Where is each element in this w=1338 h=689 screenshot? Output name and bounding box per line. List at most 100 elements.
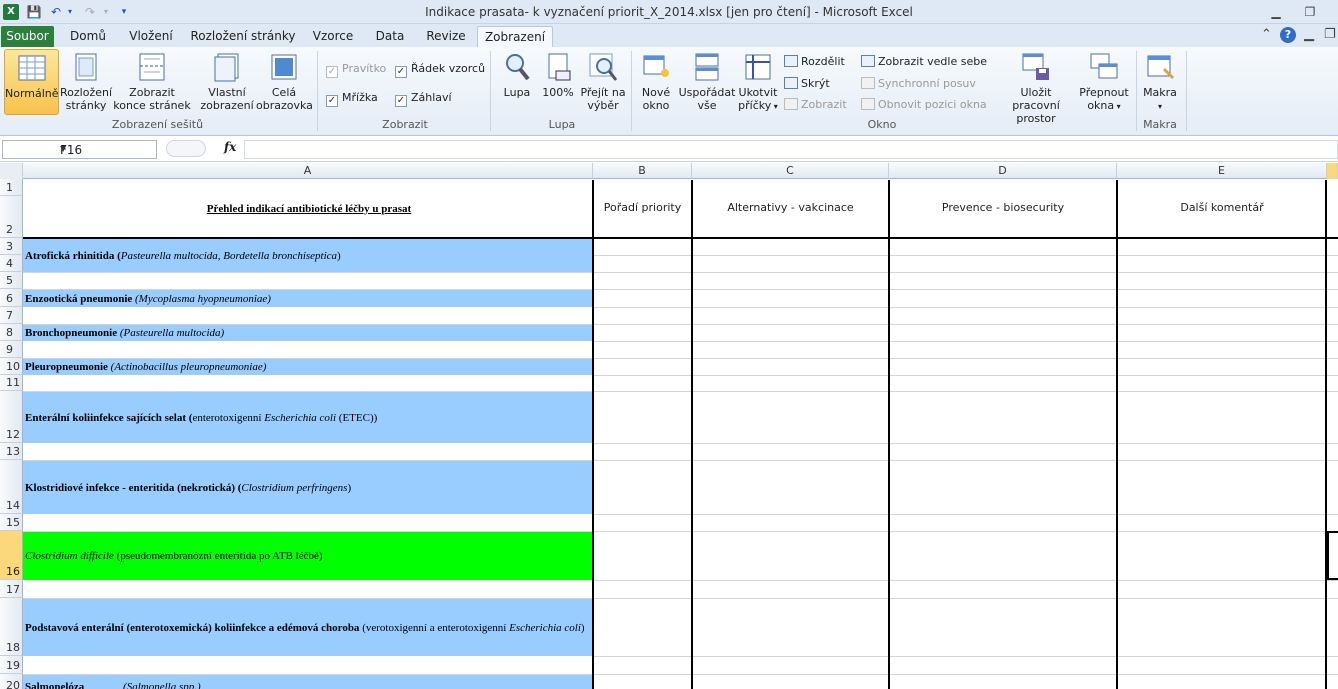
hide-button[interactable]: Skrýt <box>784 77 830 91</box>
tab-file[interactable]: Soubor <box>1 26 54 47</box>
row-header[interactable]: 6 <box>0 289 23 307</box>
column-header-a[interactable]: A <box>23 163 593 179</box>
tab-review[interactable]: Revize <box>420 26 472 47</box>
minimize-workbook-icon[interactable]: ▁ <box>1304 27 1314 42</box>
row-header-active[interactable]: 16 <box>0 531 23 580</box>
cell-a6[interactable]: Enzootická pneumonie (Mycoplasma hyopneu… <box>23 290 593 307</box>
page-layout-button[interactable]: Rozložení stránky <box>60 51 112 112</box>
page-break-preview-button[interactable]: Zobrazit konce stránek <box>113 51 191 112</box>
chevron-down-icon[interactable]: ▼ <box>60 144 153 153</box>
row-header[interactable]: 7 <box>0 307 23 324</box>
save-workspace-button[interactable]: Uložit pracovní prostor <box>995 51 1077 125</box>
custom-views-button[interactable]: Vlastní zobrazení <box>198 51 256 112</box>
pathogen-name: Escherichia coli <box>264 411 337 424</box>
header-cell-e[interactable]: Další komentář <box>1117 201 1327 214</box>
synchronous-scrolling-button[interactable]: Synchronní posuv <box>861 77 976 91</box>
cell-a8[interactable]: Bronchopneumonie (Pasteurella multocida) <box>23 325 593 341</box>
cell-a16[interactable]: Clostridium difficile (pseudomembranózní… <box>23 532 593 580</box>
zoom-button[interactable]: Lupa <box>500 51 534 99</box>
row-header[interactable]: 1 <box>0 179 23 196</box>
row-header[interactable]: 20 <box>0 674 23 689</box>
column-header-b[interactable]: B <box>593 163 692 179</box>
cell-a20[interactable]: Salmonelóza (Salmonella spp.) <box>23 675 593 689</box>
tab-formulas[interactable]: Vzorce <box>305 26 361 47</box>
row-number: 15 <box>6 516 20 529</box>
row-header[interactable]: 13 <box>0 443 23 460</box>
column-border <box>888 180 890 689</box>
reset-window-position-button[interactable]: Obnovit pozici okna <box>861 98 987 112</box>
ribbon-separator <box>1186 51 1187 131</box>
dropdown-arrow-icon: ▾ <box>1114 102 1121 111</box>
restore-icon[interactable]: ❐ <box>1300 4 1320 20</box>
tab-page-layout[interactable]: Rozložení stránky <box>188 26 298 47</box>
pathogen-name: Pasteurella multocida, Bordetella bronch… <box>120 249 338 262</box>
unhide-button[interactable]: Zobrazit <box>784 98 847 112</box>
row-header[interactable]: 8 <box>0 324 23 341</box>
new-window-button[interactable]: Nové okno <box>636 51 676 112</box>
normal-view-button[interactable]: Normálně <box>4 49 59 115</box>
help-icon[interactable]: ? <box>1280 27 1296 43</box>
cell-a10[interactable]: Pleuropneumonie (Actinobacillus pleuropn… <box>23 359 593 375</box>
ruler-checkbox[interactable]: ✓ Pravítko <box>326 62 386 78</box>
zoom-to-selection-button[interactable]: Přejít na výběr <box>580 51 626 112</box>
collapse-ribbon-icon[interactable]: ⌃ <box>1261 27 1272 42</box>
cell-a18[interactable]: Podstavová enterální (enterotoxemická) k… <box>23 599 593 656</box>
tab-view[interactable]: Zobrazení <box>477 26 553 47</box>
formula-bar-checkbox[interactable]: ✓ Řádek vzorců <box>395 62 485 78</box>
formula-input[interactable] <box>244 140 1338 159</box>
cell-a3[interactable]: Atrofická rhinitida (Pasteurella multoci… <box>23 239 593 272</box>
tab-home[interactable]: Domů <box>62 26 114 47</box>
row-header[interactable]: 12 <box>0 391 23 443</box>
split-button[interactable]: Rozdělit <box>784 55 845 69</box>
formula-bar-label: Řádek vzorců <box>411 62 486 75</box>
row-header[interactable]: 14 <box>0 460 23 514</box>
header-cell-d[interactable]: Prevence - biosecurity <box>889 201 1117 214</box>
cell-a12[interactable]: Enterální koliinfekce sajících selat (en… <box>23 392 593 443</box>
column-header-e[interactable]: E <box>1117 163 1327 179</box>
row-header[interactable]: 17 <box>0 580 23 598</box>
column-header-c[interactable]: C <box>692 163 889 179</box>
row-header[interactable]: 2 <box>0 196 23 238</box>
column-header-f[interactable] <box>1327 163 1338 179</box>
macros-button[interactable]: Makra ▾ <box>1140 51 1180 113</box>
arrange-all-label-2: vše <box>697 99 717 112</box>
header-cell-c[interactable]: Alternativy - vakcinace <box>692 201 889 214</box>
name-box[interactable]: F16 ▼ <box>2 140 157 159</box>
row-header[interactable]: 9 <box>0 341 23 358</box>
disease-name: Atrofická rhinitida ( <box>25 249 121 262</box>
row-header[interactable]: 15 <box>0 514 23 531</box>
headings-label: Záhlaví <box>411 91 452 104</box>
freeze-panes-button[interactable]: Ukotvit příčky ▾ <box>738 51 778 113</box>
view-side-by-side-button[interactable]: Zobrazit vedle sebe <box>861 55 987 69</box>
spreadsheet-grid[interactable]: A B C D E 1 2 3 4 5 6 7 8 9 10 11 12 13 … <box>0 163 1338 689</box>
switch-windows-button[interactable]: Přepnout okna ▾ <box>1078 51 1130 113</box>
tab-insert[interactable]: Vložení <box>120 26 182 47</box>
row-header[interactable]: 5 <box>0 272 23 289</box>
row-header[interactable]: 19 <box>0 656 23 674</box>
insert-function-icon[interactable]: fx <box>224 140 236 154</box>
cell-a14[interactable]: Klostridiové infekce - enteritida (nekro… <box>23 461 593 514</box>
header-cell-a[interactable]: Přehled indikací antibiotické léčby u pr… <box>23 179 593 238</box>
formula-expand-handle[interactable] <box>166 140 206 157</box>
row-header[interactable]: 3 <box>0 238 23 255</box>
full-screen-label-2: obrazovka <box>256 99 313 112</box>
select-all-corner[interactable] <box>0 163 23 179</box>
row-header[interactable]: 18 <box>0 598 23 656</box>
row-header[interactable]: 4 <box>0 255 23 272</box>
magnifier-icon <box>506 54 530 81</box>
arrange-all-button[interactable]: Uspořádat vše <box>678 51 736 112</box>
column-border <box>691 180 693 689</box>
minimize-icon[interactable]: ▁ <box>1266 4 1286 20</box>
gridlines-checkbox[interactable]: ✓ Mřížka <box>326 91 378 107</box>
full-screen-button[interactable]: Celá obrazovka <box>256 51 313 112</box>
restore-workbook-icon[interactable]: ❐ <box>1324 27 1336 42</box>
active-cell-f16[interactable] <box>1327 531 1338 580</box>
row-header[interactable]: 11 <box>0 375 23 391</box>
column-header-d[interactable]: D <box>889 163 1117 179</box>
headings-checkbox[interactable]: ✓ Záhlaví <box>395 91 452 107</box>
zoom-100-button[interactable]: 100% <box>541 51 575 99</box>
tab-data[interactable]: Data <box>367 26 413 47</box>
row-number: 7 <box>6 309 13 322</box>
header-cell-b[interactable]: Pořadí priority <box>593 201 692 214</box>
row-header[interactable]: 10 <box>0 358 23 375</box>
